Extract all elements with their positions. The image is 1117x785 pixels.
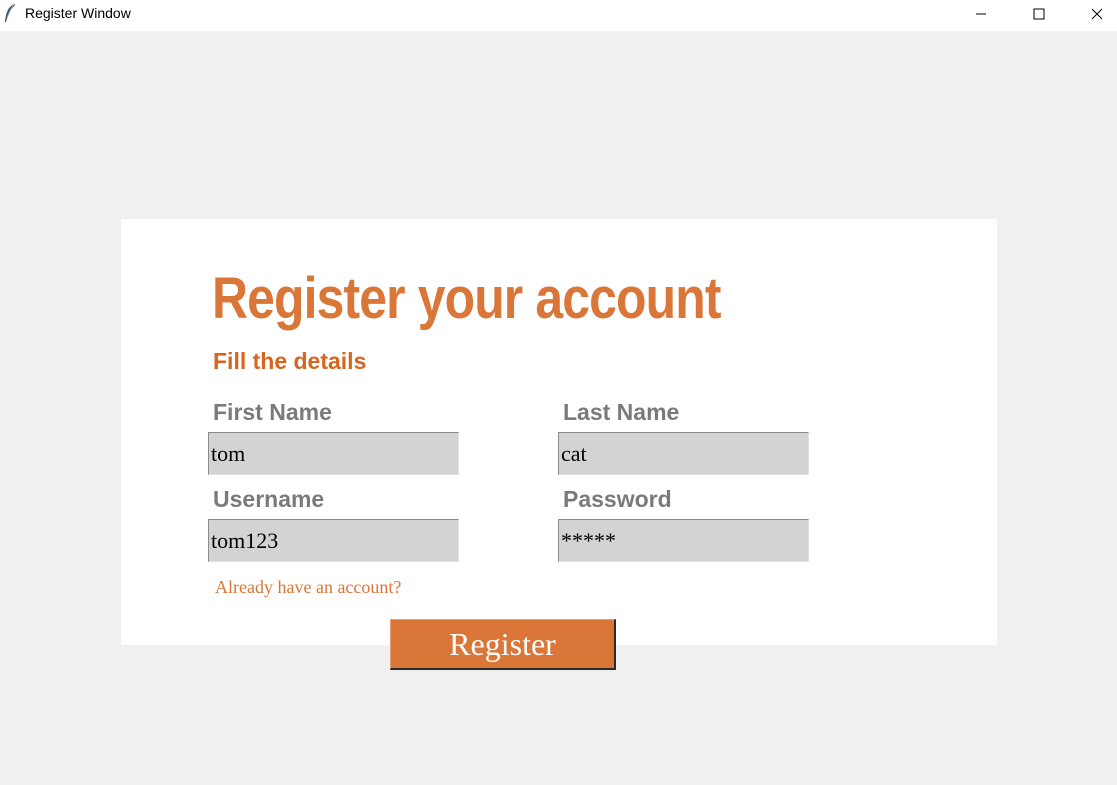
maximize-icon: [1033, 7, 1045, 25]
login-link[interactable]: Already have an account?: [215, 577, 401, 598]
username-label: Username: [213, 486, 325, 512]
first-name-field[interactable]: tom: [208, 432, 459, 475]
page-title: Register your account: [212, 266, 721, 331]
feather-icon: [3, 3, 17, 23]
subtitle: Fill the details: [213, 348, 367, 374]
register-button[interactable]: Register: [390, 619, 616, 670]
username-field[interactable]: tom123: [208, 519, 459, 562]
password-field[interactable]: *****: [558, 519, 809, 562]
minimize-icon: [975, 7, 987, 25]
password-label: Password: [563, 486, 672, 512]
last-name-label: Last Name: [563, 399, 680, 425]
close-button[interactable]: [1068, 0, 1117, 31]
title-bar: Register Window: [0, 0, 1117, 31]
window-title: Register Window: [25, 5, 131, 21]
first-name-label: First Name: [213, 399, 332, 425]
close-icon: [1091, 7, 1103, 25]
minimize-button[interactable]: [952, 0, 1010, 31]
last-name-field[interactable]: cat: [558, 432, 809, 475]
maximize-button[interactable]: [1010, 0, 1068, 31]
